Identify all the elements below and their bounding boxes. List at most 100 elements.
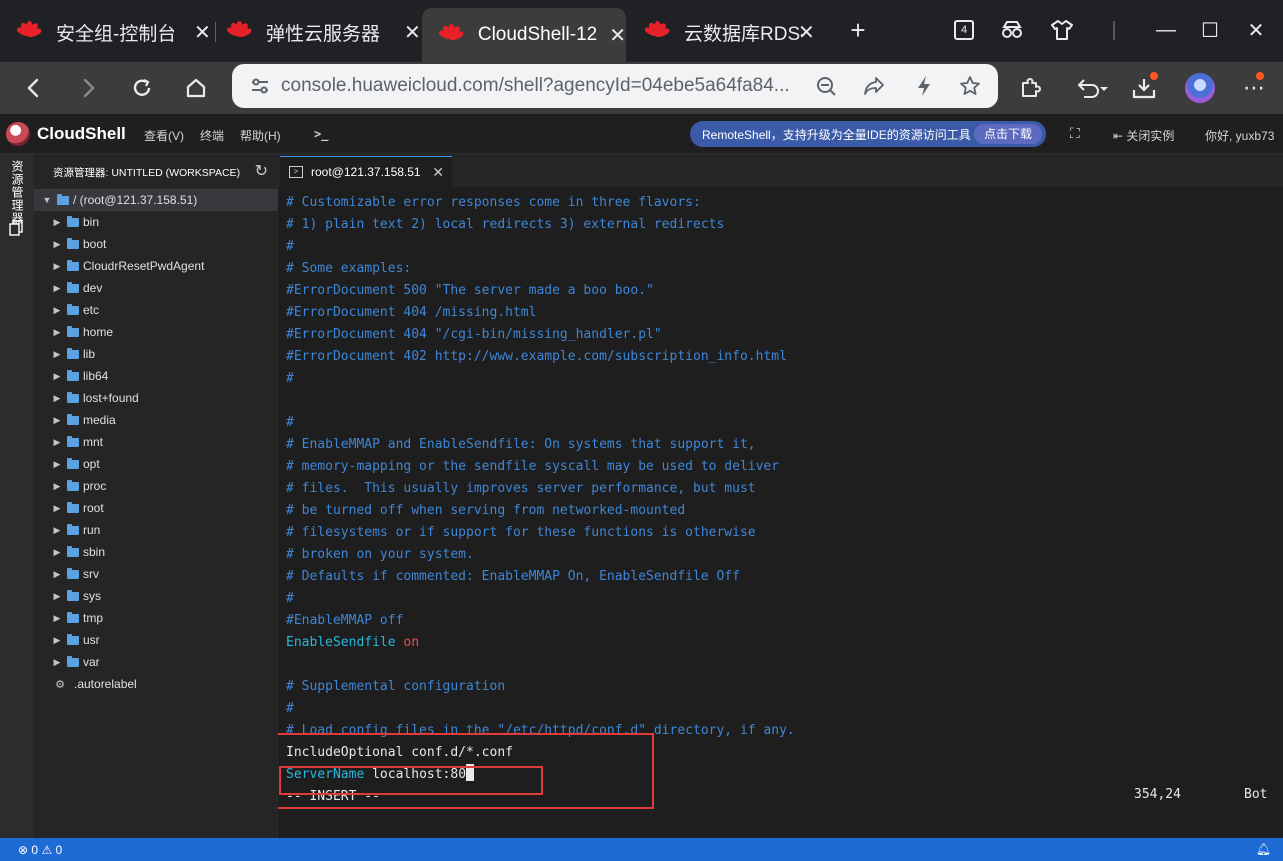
terminal-line: # (286, 701, 294, 716)
tree-folder-item[interactable]: ▶ bin (34, 211, 278, 233)
tree-root[interactable]: ▼ / (root@121.37.158.51) (34, 189, 278, 211)
undo-history-icon[interactable] (1066, 68, 1118, 108)
tab-close-icon[interactable]: ✕ (432, 164, 444, 181)
browser-tab-rds[interactable]: 云数据库RDS- ✕ (628, 8, 834, 56)
browser-tab-ecs[interactable]: 弹性云服务器 ✕ (210, 8, 422, 56)
chevron-right-icon: ▶ (53, 238, 61, 249)
tree-folder-item[interactable]: ▶ lib64 (34, 365, 278, 387)
folder-icon (67, 479, 79, 491)
tree-folder-label: boot (83, 237, 107, 251)
tree-folder-item[interactable]: ▶ media (34, 409, 278, 431)
tree-folder-item[interactable]: ▶ proc (34, 475, 278, 497)
folder-icon (67, 611, 79, 623)
lightning-icon[interactable] (910, 72, 938, 100)
menu-view[interactable]: 查看(V) (144, 127, 184, 144)
huawei-logo-icon (225, 19, 253, 45)
download-button[interactable]: 点击下载 (973, 124, 1042, 144)
copy-files-icon[interactable] (9, 220, 25, 236)
tree-folder-item[interactable]: ▶ sys (34, 585, 278, 607)
terminal-line: # Some examples: (286, 261, 412, 276)
problems-indicator[interactable]: ⊗ 0 ⚠ 0 (18, 843, 62, 857)
tree-folder-item[interactable]: ▶ tmp (34, 607, 278, 629)
tree-folder-item[interactable]: ▶ boot (34, 233, 278, 255)
remoteshell-banner[interactable]: RemoteShell，支持升级为全量IDE的资源访问工具 点击下载 (690, 121, 1046, 147)
tree-folder-label: run (83, 523, 101, 537)
folder-icon (67, 391, 79, 403)
warning-count: 0 (55, 842, 63, 857)
browser-tab-security-group[interactable]: 安全组-控制台 ✕ (0, 8, 215, 56)
share-icon[interactable] (860, 72, 888, 100)
browser-tab-cloudshell[interactable]: CloudShell-12 ✕ (422, 8, 626, 62)
incognito-glasses-icon[interactable] (992, 12, 1032, 48)
profile-avatar[interactable] (1180, 68, 1220, 108)
status-bar: ⊗ 0 ⚠ 0 🔔︎ (0, 838, 1283, 861)
tree-file-autorelabel[interactable]: ⚙ .autorelabel (34, 673, 278, 695)
close-instance-label: 关闭实例 (1126, 129, 1175, 143)
tab-close-icon[interactable]: ✕ (194, 20, 211, 45)
folder-icon (67, 259, 79, 271)
tree-folder-item[interactable]: ▶ lib (34, 343, 278, 365)
terminal-tab[interactable]: > root@121.37.158.51 ✕ (280, 156, 452, 187)
user-greeting[interactable]: 你好, yuxb73 (1205, 127, 1274, 144)
terminal-panel[interactable]: # Customizable error responses come in t… (278, 187, 1283, 838)
directive-value: on (403, 635, 420, 650)
tab-close-icon[interactable]: ✕ (609, 23, 626, 48)
refresh-icon[interactable]: ↻ (255, 161, 268, 181)
tab-count-icon[interactable]: 4 (944, 12, 984, 48)
tree-folder-label: proc (83, 479, 107, 493)
file-tree: ▼ / (root@121.37.158.51) ▶ bin ▶ boot ▶ Cloud… (34, 189, 278, 695)
tree-folder-item[interactable]: ▶ srv (34, 563, 278, 585)
window-close-icon[interactable]: ✕ (1236, 12, 1276, 48)
zoom-out-icon[interactable] (812, 72, 840, 100)
minimize-icon[interactable]: — (1146, 12, 1186, 48)
explorer-activity-label[interactable]: 资源管理器 (9, 160, 26, 225)
folder-icon (67, 457, 79, 469)
maximize-icon[interactable]: ☐ (1190, 12, 1230, 48)
tree-folder-item[interactable]: ▶ opt (34, 453, 278, 475)
tree-folder-item[interactable]: ▶ root (34, 497, 278, 519)
tree-folder-label: mnt (83, 435, 104, 449)
huawei-logo-icon (437, 22, 465, 48)
fullscreen-icon[interactable]: ⛶ (1070, 125, 1080, 142)
tree-folder-item[interactable]: ▶ var (34, 651, 278, 673)
tree-folder-item[interactable]: ▶ usr (34, 629, 278, 651)
tab-close-icon[interactable]: ✕ (798, 20, 815, 45)
address-bar[interactable]: console.huaweicloud.com/shell?agencyId=0… (232, 64, 998, 108)
bookmark-star-icon[interactable] (956, 72, 984, 100)
folder-icon (67, 501, 79, 513)
tree-folder-item[interactable]: ▶ dev (34, 277, 278, 299)
back-arrow-icon[interactable] (14, 68, 54, 108)
forward-arrow-icon[interactable] (68, 68, 108, 108)
tree-folder-label: lib (83, 347, 96, 361)
shirt-theme-icon[interactable] (1042, 12, 1082, 48)
tree-folder-item[interactable]: ▶ sbin (34, 541, 278, 563)
chevron-right-icon: ▶ (53, 392, 61, 403)
tree-folder-label: srv (83, 567, 99, 581)
menu-terminal[interactable]: 终端 (200, 127, 224, 144)
reload-icon[interactable] (122, 68, 162, 108)
home-icon[interactable] (176, 68, 216, 108)
close-instance-button[interactable]: ⇤ 关闭实例 (1113, 127, 1174, 144)
menu-help[interactable]: 帮助(H) (240, 127, 281, 144)
terminal-line: # (286, 415, 294, 430)
notification-bell-icon[interactable]: 🔔︎ (1256, 842, 1271, 856)
terminal-line: # memory-mapping or the sendfile syscall… (286, 459, 780, 474)
tree-folder-item[interactable]: ▶ run (34, 519, 278, 541)
chevron-right-icon: ▶ (53, 370, 61, 381)
file-explorer: 资源管理器: UNTITLED (WORKSPACE) ↻ ▼ / (root@… (34, 154, 278, 838)
terminal-line: #ErrorDocument 402 http://www.example.co… (286, 349, 787, 364)
editor-tab-bar: > root@121.37.158.51 ✕ (278, 154, 1283, 187)
new-tab-plus-icon[interactable]: + (838, 12, 878, 48)
tree-folder-item[interactable]: ▶ home (34, 321, 278, 343)
tree-folder-item[interactable]: ▶ CloudrResetPwdAgent (34, 255, 278, 277)
site-settings-icon[interactable] (246, 72, 274, 100)
terminal-prompt-icon[interactable]: >_ (314, 127, 328, 141)
explorer-header: 资源管理器: UNTITLED (WORKSPACE) ↻ (34, 154, 278, 188)
tree-folder-item[interactable]: ▶ etc (34, 299, 278, 321)
tab-close-icon[interactable]: ✕ (404, 20, 421, 45)
terminal-line: # (286, 371, 294, 386)
terminal-line: # Supplemental configuration (286, 679, 506, 694)
extensions-puzzle-icon[interactable] (1010, 68, 1050, 108)
tree-folder-item[interactable]: ▶ mnt (34, 431, 278, 453)
tree-folder-item[interactable]: ▶ lost+found (34, 387, 278, 409)
